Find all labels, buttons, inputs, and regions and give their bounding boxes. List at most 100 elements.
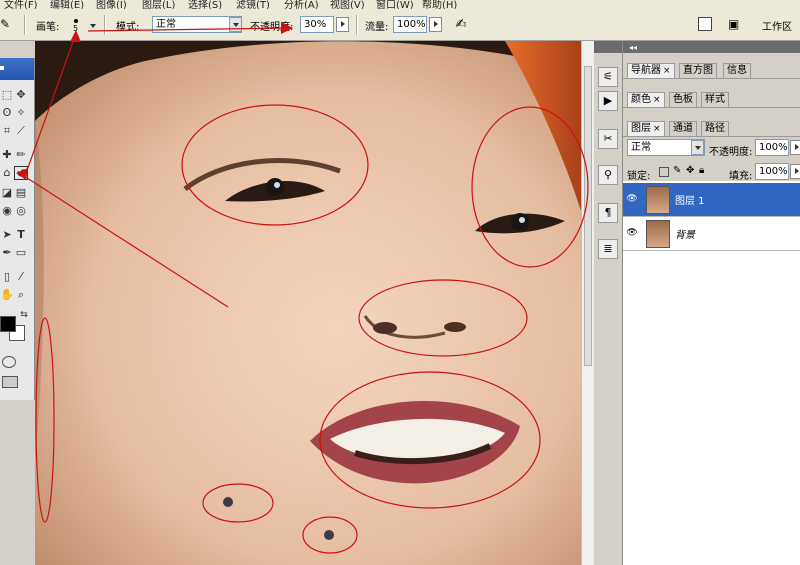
tab-info[interactable]: 信息 [723,63,751,78]
hand-icon[interactable]: ✋ [0,288,14,302]
swap-colors-icon[interactable]: ⇆ [17,308,31,322]
zoom-icon[interactable]: ⌕ [14,288,28,302]
history-brush-icon[interactable]: ↺ [14,166,28,180]
dock-header[interactable] [594,41,622,53]
menu-help[interactable]: 帮助(H) [422,0,457,9]
lock-all-icon[interactable]: 🔒︎ [699,165,704,176]
menu-filter[interactable]: 滤镜(T) [236,0,270,9]
pen-icon[interactable]: ✒ [0,246,14,260]
tab-styles[interactable]: 样式 [701,92,729,107]
menu-edit[interactable]: 编辑(E) [50,0,84,9]
menu-window[interactable]: 窗口(W) [376,0,414,9]
layer-row-background[interactable]: 👁︎ 背景 [623,217,800,251]
close-icon[interactable]: × [653,124,661,134]
notes-icon[interactable]: ▯ [0,270,14,284]
lasso-icon[interactable]: ʘ [0,106,14,120]
shape-icon[interactable]: ▭ [14,246,28,260]
actions-icon[interactable]: ≣ [598,239,618,259]
toolbox: ⬚ ✥ ʘ ✧ ⌗ ⟋ ✚ ✏ ⌂ ↺ ◪ ▤ ◉ ◎ ➤ T ✒ ▭ ▯ ⁄ … [0,58,35,400]
document-canvas[interactable] [35,41,581,565]
magic-wand-icon[interactable]: ✧ [14,106,28,120]
fill-label: 填充: [729,171,753,182]
eye-icon[interactable]: 👁︎ [626,227,638,239]
mode-label: 模式: [116,22,140,33]
panels-header[interactable]: ◂◂ [623,41,800,53]
healing-brush-icon[interactable]: ✚ [0,148,14,162]
menu-analysis[interactable]: 分析(A) [284,0,319,9]
tab-swatches[interactable]: 色板 [669,92,697,107]
fill-input[interactable]: 100% [755,163,789,180]
layer-row-1[interactable]: 👁︎ 图层 1 [623,183,800,217]
opacity-slider-button[interactable] [336,17,349,32]
menu-bar: 文件(F) 编辑(E) 图像(I) 图层(L) 选择(S) 滤镜(T) 分析(A… [0,0,800,9]
crop-icon[interactable]: ⌗ [0,124,14,138]
brush-dropdown-icon[interactable] [90,24,96,28]
palette-icon[interactable] [698,17,712,31]
clone-source-icon[interactable]: ⚲ [598,165,618,185]
opacity-label: 不透明度: [250,22,294,33]
layer-opacity-slider-button[interactable] [790,140,800,155]
menu-select[interactable]: 选择(S) [188,0,222,9]
eye-icon[interactable]: 👁︎ [626,193,638,205]
fill-slider-button[interactable] [790,164,800,179]
file-browser-icon[interactable]: ▣ [728,16,746,32]
gradient-icon[interactable]: ▤ [14,186,28,200]
blend-mode-dropdown-icon[interactable] [691,140,704,155]
close-icon[interactable]: × [663,66,671,76]
menu-image[interactable]: 图像(I) [96,0,127,9]
move-icon[interactable]: ✥ [14,88,28,102]
mode-dropdown-icon[interactable] [229,17,242,32]
brush-tool-icon[interactable]: ✎ [0,17,14,31]
options-bar: ✎ 画笔: 5 模式: 正常 不透明度: 30% 流量: 100% ✍ ▣ 工作… [0,9,800,41]
opacity-input[interactable]: 30% [300,16,334,33]
clone-stamp-icon[interactable]: ⌂ [0,166,14,180]
layer-thumbnail [646,220,670,248]
workspace-button[interactable]: 工作区 [762,18,792,33]
panel-group-navigator: 导航器 × 直方图 信息 [623,61,800,79]
path-selection-icon[interactable]: ➤ [0,228,14,242]
menu-layer[interactable]: 图层(L) [142,0,175,9]
tab-paths[interactable]: 路径 [701,121,729,136]
brushes-panel-icon[interactable]: ⚟ [598,67,618,87]
quick-mask-icon[interactable] [2,356,16,368]
lock-position-icon[interactable]: ✥ [686,165,694,176]
foreground-color-swatch[interactable] [0,316,16,332]
blur-icon[interactable]: ◉ [0,204,14,218]
brush-icon[interactable]: ✏ [14,148,28,162]
flow-input[interactable]: 100% [393,16,427,33]
tab-layers[interactable]: 图层 × [627,121,665,136]
scrollbar-thumb[interactable] [584,66,592,366]
marquee-icon[interactable]: ⬚ [0,88,14,102]
canvas-vertical-scrollbar[interactable] [581,41,594,565]
slice-icon[interactable]: ⟋ [14,124,28,138]
tab-navigator[interactable]: 导航器 × [627,63,675,78]
airbrush-icon[interactable]: ✍ [452,16,470,34]
panel-group-color: 颜色 × 色板 样式 [623,90,800,108]
layer-opacity-input[interactable]: 100% [755,139,789,156]
tab-channels[interactable]: 通道 [669,121,697,136]
panels-column: ◂◂ 导航器 × 直方图 信息 颜色 × 色板 样式 图层 × 通道 路径 正常 不透… [623,41,800,565]
lock-transparency-icon[interactable] [659,167,669,177]
flow-label: 流量: [365,22,389,33]
brush-dot-icon [74,19,78,23]
brush-preset-picker[interactable]: 5 [68,17,86,35]
tool-presets-icon[interactable]: ▶ [598,91,618,111]
brush-label: 画笔: [36,22,60,33]
dodge-icon[interactable]: ◎ [14,204,28,218]
close-icon[interactable]: × [653,95,661,105]
brush-size: 5 [73,24,79,33]
paragraph-icon[interactable]: ¶ [598,203,618,223]
menu-view[interactable]: 视图(V) [330,0,365,9]
eyedropper-icon[interactable]: ⁄ [14,270,28,284]
panel-group-layers: 图层 × 通道 路径 [623,119,800,137]
eraser-icon[interactable]: ◪ [0,186,14,200]
menu-file[interactable]: 文件(F) [4,0,38,9]
lock-pixels-icon[interactable]: ✎ [673,165,681,176]
layer-comps-icon[interactable]: ✂ [598,129,618,149]
toolbox-title-bar[interactable] [0,58,34,80]
screen-mode-icon[interactable] [2,376,18,388]
flow-slider-button[interactable] [429,17,442,32]
tab-histogram[interactable]: 直方图 [679,63,717,78]
tab-color[interactable]: 颜色 × [627,92,665,107]
type-icon[interactable]: T [14,228,28,242]
